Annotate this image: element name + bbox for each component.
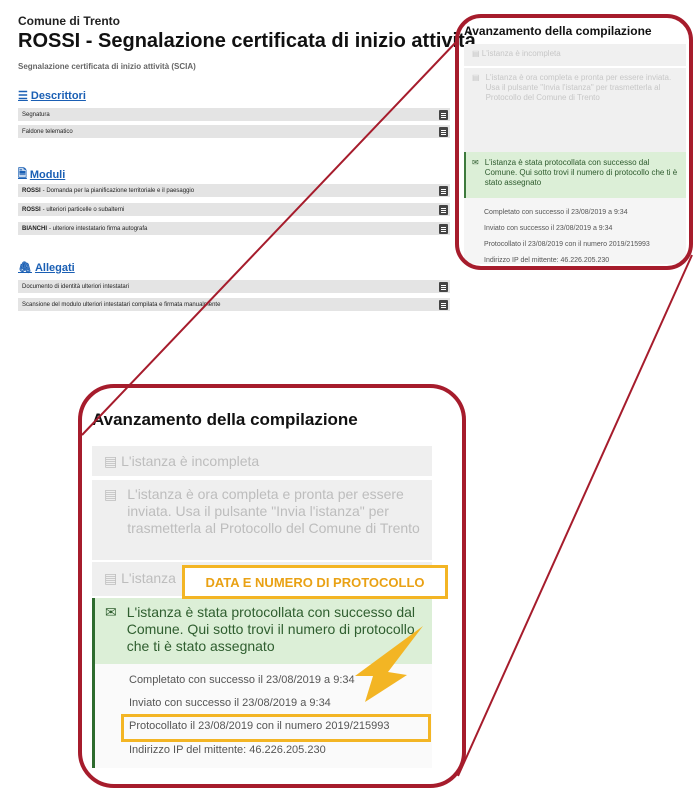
connector-line-right	[457, 254, 693, 777]
protocol-annotation-label: DATA E NUMERO DI PROTOCOLLO	[182, 565, 448, 599]
protocol-highlight-box	[121, 714, 431, 742]
zoom-connector-lines	[81, 39, 693, 777]
connector-line-left	[81, 39, 459, 436]
arrow-icon	[355, 626, 423, 702]
